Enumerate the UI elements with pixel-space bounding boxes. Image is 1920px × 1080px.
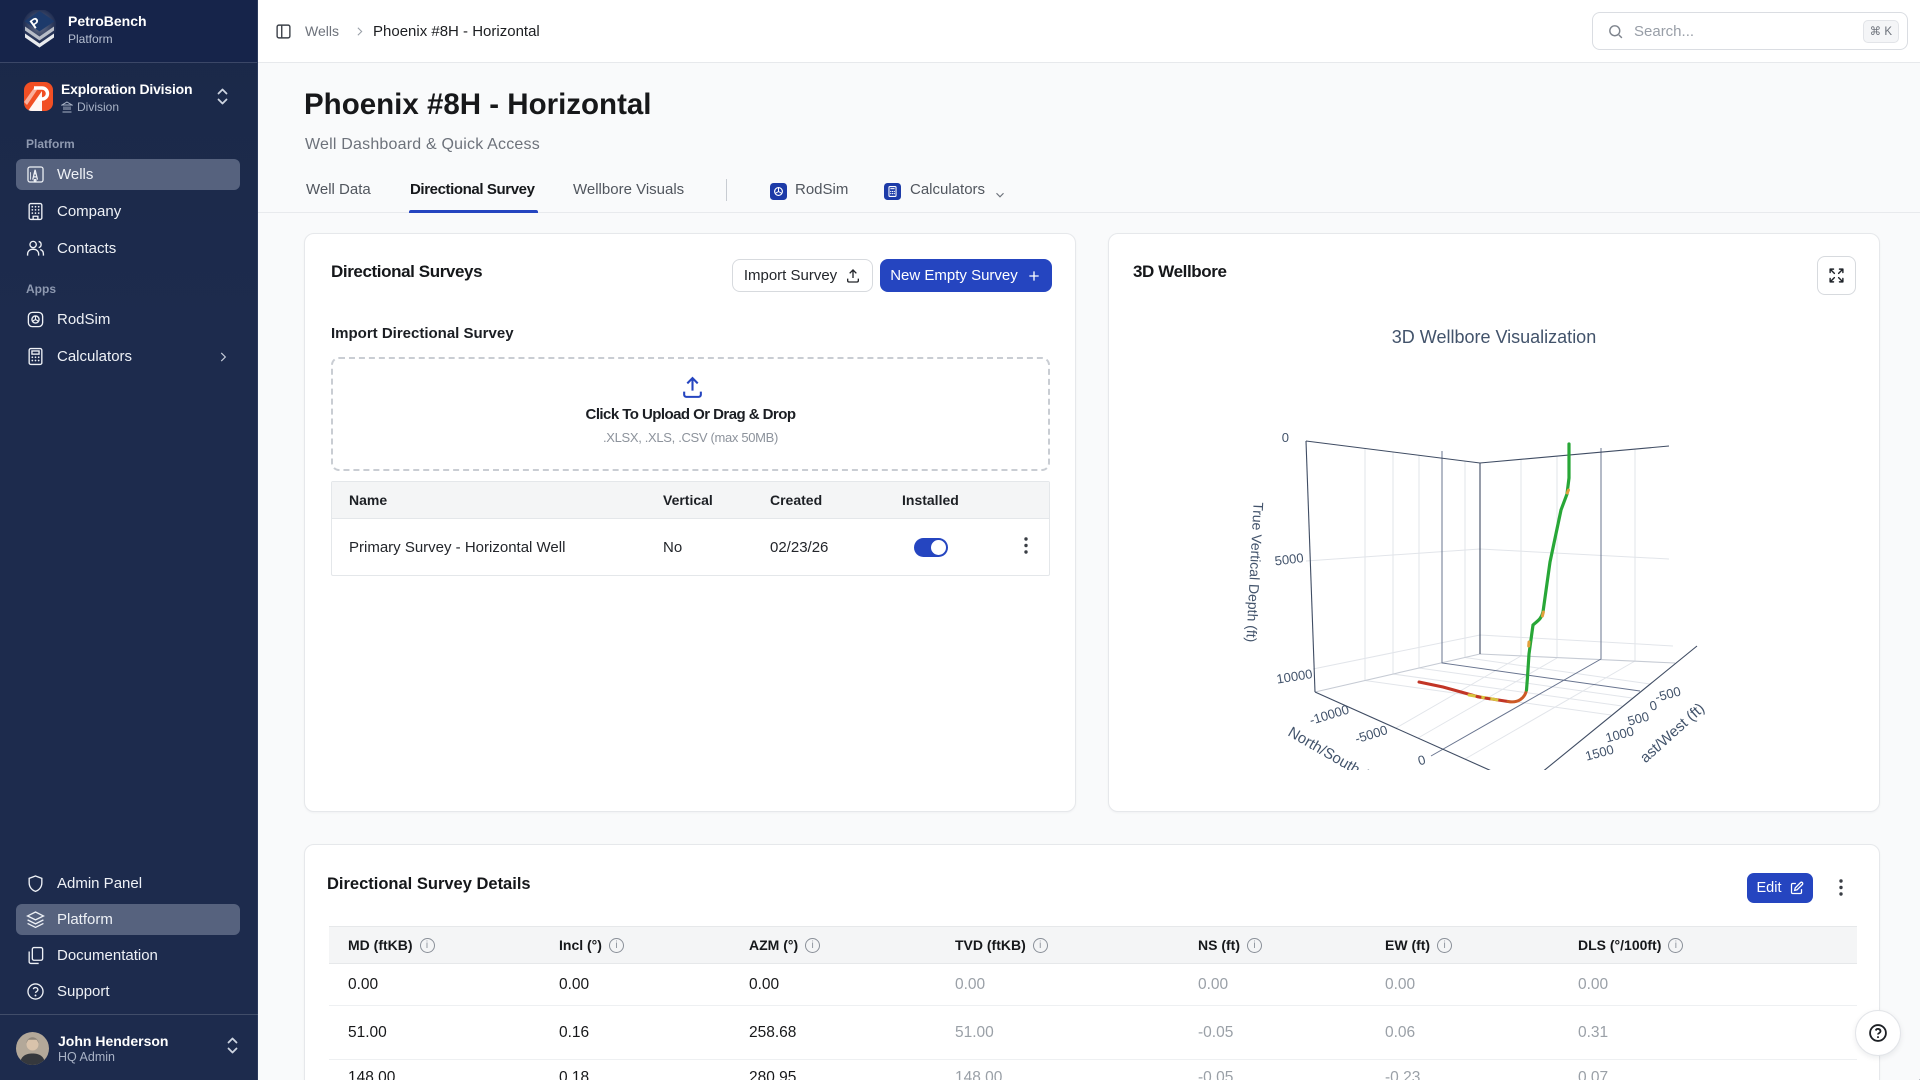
svg-text:-5000: -5000: [1353, 722, 1389, 746]
svg-text:-500: -500: [1653, 684, 1682, 705]
svg-text:5000: 5000: [1274, 550, 1305, 568]
svg-text:0: 0: [1416, 752, 1427, 768]
svg-text:1500: 1500: [1584, 742, 1616, 764]
svg-text:0: 0: [1282, 430, 1289, 445]
svg-text:ast/West (ft): ast/West (ft): [1637, 700, 1708, 767]
svg-text:3D Wellbore Visualization: 3D Wellbore Visualization: [1392, 327, 1596, 347]
svg-text:-10000: -10000: [1308, 702, 1351, 728]
svg-text:True Vertical Depth (ft): True Vertical Depth (ft): [1243, 502, 1266, 643]
svg-text:10000: 10000: [1275, 666, 1313, 686]
